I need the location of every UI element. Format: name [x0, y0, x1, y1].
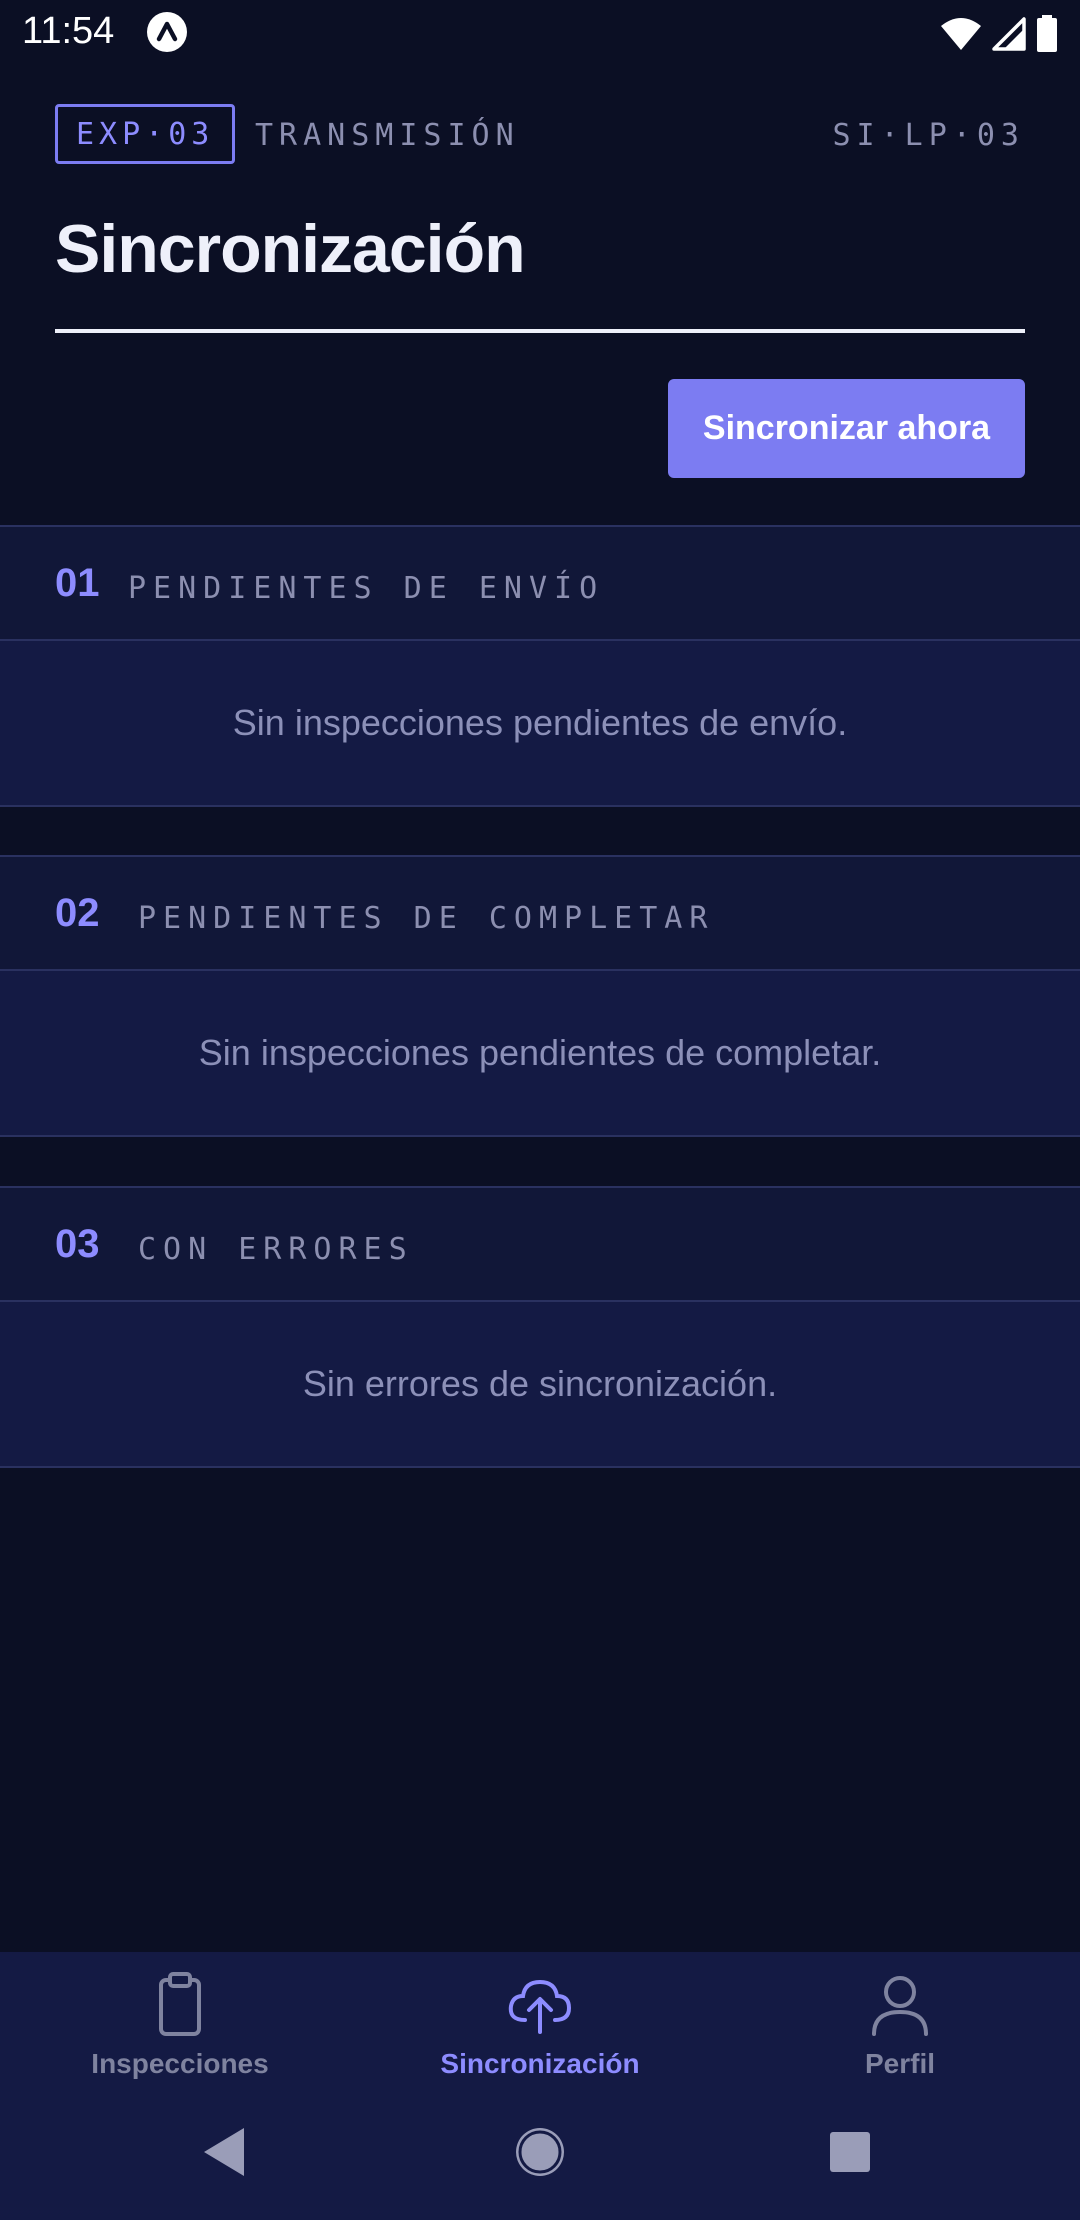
title-divider: [55, 329, 1025, 333]
nav-label: Sincronización: [440, 2048, 640, 2079]
sync-screen: 11:54 EXP·03 TRANSMISIÓN SI·LP·03 Sincro…: [0, 0, 1080, 2220]
status-bar: 11:54: [0, 0, 1080, 66]
wifi-icon: [941, 18, 981, 50]
section-header: 03 CON ERRORES: [0, 1186, 1080, 1302]
section-header: 02 PENDIENTES DE COMPLETAR: [0, 855, 1080, 971]
section-empty-state: Sin inspecciones pendientes de completar…: [0, 971, 1080, 1137]
app-notification-icon: [147, 12, 187, 52]
cellular-signal-icon: [992, 17, 1026, 51]
section-number: 01: [55, 561, 100, 605]
status-time: 11:54: [22, 10, 115, 52]
header-section-label: TRANSMISIÓN: [255, 118, 520, 153]
home-icon[interactable]: [510, 2122, 570, 2182]
system-navigation-bar: [0, 2092, 1080, 2220]
header-code: SI·LP·03: [832, 118, 1025, 153]
section-label: CON ERRORES: [138, 1232, 414, 1267]
nav-label: Inspecciones: [91, 2048, 269, 2079]
section-label: PENDIENTES DE COMPLETAR: [138, 901, 715, 936]
sync-now-button[interactable]: Sincronizar ahora: [668, 379, 1025, 478]
cloud-upload-icon: [508, 1979, 572, 2034]
empty-message: Sin errores de sincronización.: [302, 1363, 778, 1404]
clipboard-icon: [159, 1972, 201, 2036]
bottom-navigation: Inspecciones Sincronización Perfil: [0, 1952, 1080, 2092]
experiment-badge: EXP·03: [55, 104, 236, 164]
header-row: EXP·03 TRANSMISIÓN SI·LP·03: [55, 104, 1025, 168]
section-header: 01 PENDIENTES DE ENVÍO: [0, 525, 1080, 641]
section-empty-state: Sin inspecciones pendientes de envío.: [0, 641, 1080, 807]
section-empty-state: Sin errores de sincronización.: [0, 1302, 1080, 1468]
recents-icon[interactable]: [820, 2122, 880, 2182]
person-icon: [872, 1976, 928, 2036]
back-icon[interactable]: [196, 2122, 256, 2182]
section-number: 02: [55, 891, 100, 935]
nav-item-inspecciones[interactable]: Inspecciones: [0, 1952, 360, 2092]
section-errors: 03 CON ERRORES Sin errores de sincroniza…: [0, 1186, 1080, 1468]
empty-message: Sin inspecciones pendientes de completar…: [198, 1032, 882, 1073]
section-number: 03: [55, 1222, 100, 1266]
battery-icon: [1037, 15, 1057, 52]
nav-item-sincronizacion[interactable]: Sincronización: [360, 1952, 720, 2092]
section-label: PENDIENTES DE ENVÍO: [128, 571, 605, 606]
nav-label: Perfil: [864, 2048, 936, 2079]
empty-message: Sin inspecciones pendientes de envío.: [232, 702, 848, 743]
nav-item-perfil[interactable]: Perfil: [720, 1952, 1080, 2092]
section-pending-complete: 02 PENDIENTES DE COMPLETAR Sin inspeccio…: [0, 855, 1080, 1137]
page-title: Sincronización: [55, 211, 526, 287]
status-indicators: [940, 14, 1058, 54]
section-pending-send: 01 PENDIENTES DE ENVÍO Sin inspecciones …: [0, 525, 1080, 807]
